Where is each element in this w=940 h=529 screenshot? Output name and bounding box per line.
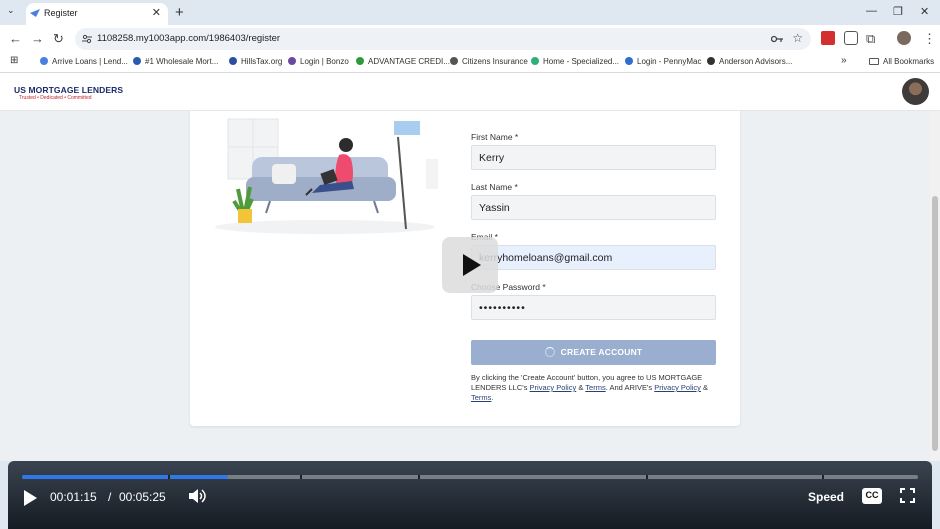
tab-strip: ⌄ Register ✕ + — ❐ ✕ — [0, 0, 940, 25]
fullscreen-icon[interactable] — [900, 488, 915, 503]
reload-icon[interactable]: ↻ — [53, 31, 64, 47]
last-name-input[interactable]: Yassin — [471, 195, 716, 220]
scrollbar-thumb[interactable] — [932, 196, 938, 451]
close-window-icon[interactable]: ✕ — [920, 5, 929, 18]
minimize-icon[interactable]: — — [866, 5, 877, 17]
url-text: 1108258.my1003app.com/1986403/register — [97, 33, 281, 44]
profile-avatar-icon[interactable] — [897, 31, 911, 45]
bookmark-item[interactable]: HillsTax.org — [229, 57, 282, 66]
browser-toolbar: ← → ↻ 1108258.my1003app.com/1986403/regi… — [0, 25, 940, 53]
chapter-marker — [646, 475, 648, 479]
play-icon[interactable] — [24, 490, 37, 506]
apps-grid-icon[interactable]: ⊞ — [10, 55, 18, 66]
extensions-puzzle-icon[interactable]: ⧉ — [866, 31, 875, 47]
loading-spinner-icon — [544, 347, 555, 357]
video-progress-bar[interactable] — [22, 475, 918, 479]
password-key-icon[interactable] — [771, 34, 783, 44]
pdf-extension-icon[interactable] — [821, 31, 835, 45]
logo-tagline: Trusted • Dedicated • Committed — [19, 95, 92, 101]
address-bar[interactable]: 1108258.my1003app.com/1986403/register ☆ — [75, 28, 811, 50]
more-bookmarks-chevron-icon[interactable]: » — [841, 55, 847, 66]
bookmark-favicon-icon — [133, 57, 141, 65]
duration: 00:05:25 — [119, 490, 166, 504]
bookmark-item[interactable]: Anderson Advisors... — [707, 57, 792, 66]
terms-link[interactable]: Terms — [585, 383, 605, 392]
password-input[interactable]: •••••••••• — [471, 295, 716, 320]
chapter-marker — [300, 475, 302, 479]
bookmark-item[interactable]: Home - Specialized... — [531, 57, 619, 66]
bookmark-favicon-icon — [288, 57, 296, 65]
speed-button[interactable]: Speed — [808, 490, 844, 504]
chapter-marker — [418, 475, 420, 479]
tab-title: Register — [44, 8, 78, 18]
bookmark-item[interactable]: Login | Bonzo — [288, 57, 349, 66]
video-play-overlay-button[interactable] — [442, 237, 498, 293]
page-scrollbar[interactable] — [930, 111, 940, 461]
bookmark-favicon-icon — [531, 57, 539, 65]
chapter-marker — [822, 475, 824, 479]
all-bookmarks-folder[interactable]: All Bookmarks — [869, 57, 934, 66]
arive-favicon-icon — [30, 9, 40, 17]
bookmark-item[interactable]: #1 Wholesale Mort... — [133, 57, 218, 66]
user-avatar[interactable] — [902, 78, 929, 105]
bookmark-favicon-icon — [625, 57, 633, 65]
bookmark-item[interactable]: ADVANTAGE CREDI... — [356, 57, 450, 66]
bookmark-favicon-icon — [40, 57, 48, 65]
video-player-controls: 00:01:15 / 00:05:25 Speed CC — [8, 461, 932, 529]
woman-on-couch-illustration — [215, 118, 438, 234]
extension-icon[interactable] — [844, 31, 858, 45]
bookmarks-bar: ⊞ Arrive Loans | Lend... #1 Wholesale Mo… — [0, 53, 940, 73]
first-name-label: First Name * — [471, 132, 519, 142]
video-progress-fill — [22, 475, 229, 479]
time-separator: / — [108, 490, 112, 504]
bookmark-star-icon[interactable]: ☆ — [792, 31, 803, 45]
consent-text: By clicking the 'Create Account' button,… — [471, 373, 709, 402]
create-account-button[interactable]: CREATE ACCOUNT — [471, 340, 716, 365]
forward-icon[interactable]: → — [31, 31, 44, 46]
closed-captions-button[interactable]: CC — [862, 488, 882, 504]
chapter-marker — [168, 475, 170, 479]
site-header: US MORTGAGE LENDERS Trusted • Dedicated … — [0, 73, 940, 111]
tab-close-icon[interactable]: ✕ — [152, 6, 161, 19]
restore-icon[interactable]: ❐ — [893, 5, 903, 18]
site-info-icon[interactable] — [82, 34, 92, 44]
tab-register[interactable]: Register ✕ — [26, 3, 168, 25]
privacy-policy-link[interactable]: Privacy Policy — [530, 383, 577, 392]
arive-privacy-policy-link[interactable]: Privacy Policy — [654, 383, 701, 392]
tab-search-chevron-icon[interactable]: ⌄ — [7, 5, 15, 16]
company-logo[interactable]: US MORTGAGE LENDERS — [14, 85, 123, 95]
back-icon[interactable]: ← — [9, 31, 22, 46]
email-input[interactable]: kerryhomeloans@gmail.com — [471, 245, 716, 270]
bookmark-item[interactable]: Arrive Loans | Lend... — [40, 57, 128, 66]
bookmark-favicon-icon — [229, 57, 237, 65]
bookmark-favicon-icon — [707, 57, 715, 65]
first-name-input[interactable]: Kerry — [471, 145, 716, 170]
arive-terms-link[interactable]: Terms — [471, 393, 491, 402]
bookmark-item[interactable]: Login - PennyMac — [625, 57, 701, 66]
current-time: 00:01:15 — [50, 490, 97, 504]
new-tab-icon[interactable]: + — [175, 4, 184, 21]
volume-icon[interactable] — [188, 488, 206, 504]
menu-kebab-icon[interactable]: ⋮ — [923, 31, 936, 47]
bookmark-item[interactable]: Citizens Insurance — [450, 57, 528, 66]
last-name-label: Last Name * — [471, 182, 518, 192]
bookmark-favicon-icon — [356, 57, 364, 65]
folder-icon — [869, 58, 879, 65]
bookmark-favicon-icon — [450, 57, 458, 65]
